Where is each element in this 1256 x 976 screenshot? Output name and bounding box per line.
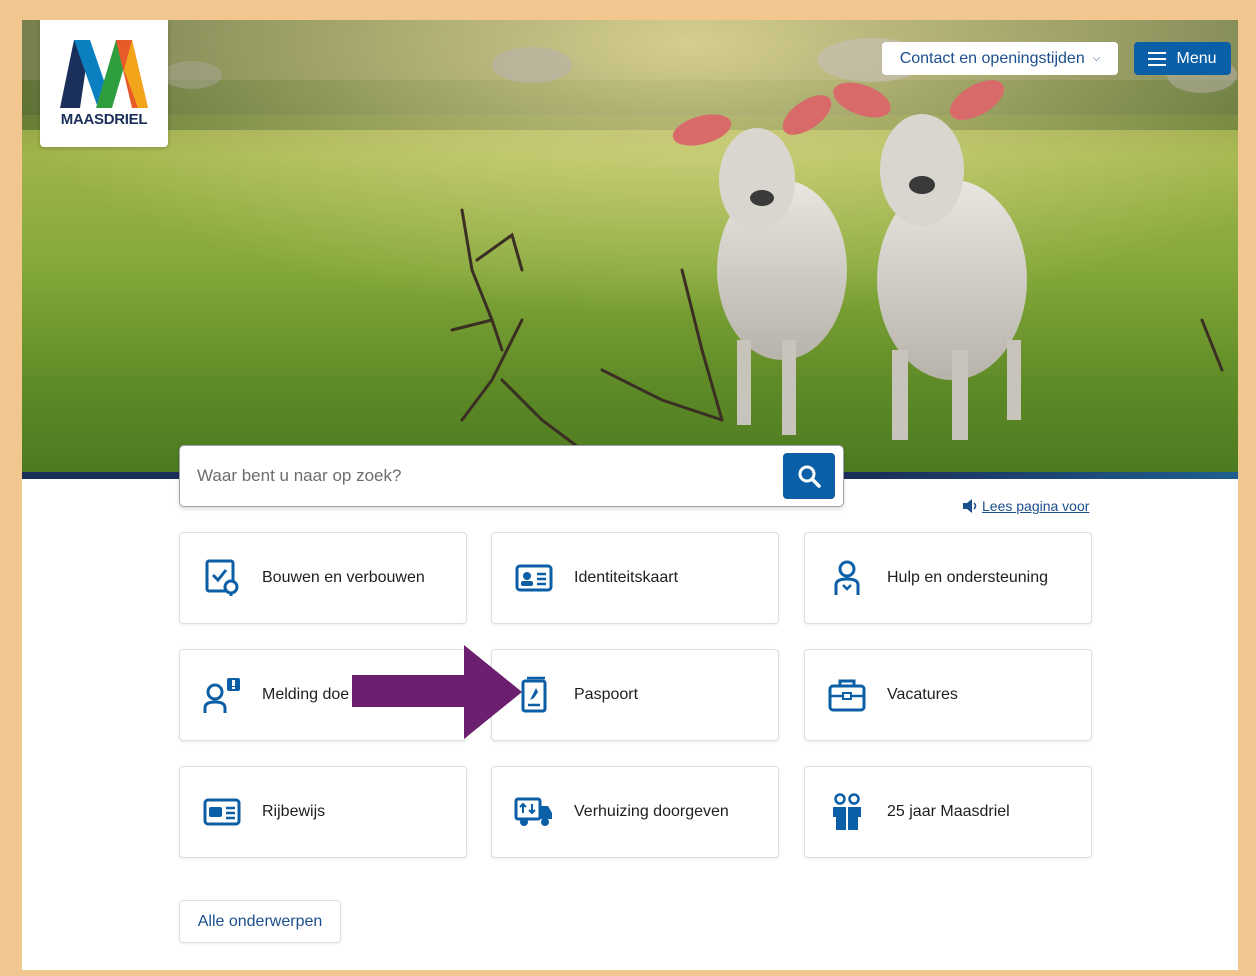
support-person-icon (827, 558, 867, 598)
hamburger-icon (1148, 51, 1167, 66)
tile-label: Melding doe (262, 686, 350, 703)
search-bar (179, 445, 844, 507)
read-aloud-link[interactable]: Lees pagina voor (962, 498, 1089, 514)
tile-paspoort[interactable]: Paspoort (491, 649, 779, 741)
moving-truck-icon (514, 792, 554, 832)
briefcase-icon (827, 675, 867, 715)
tile-label: 25 jaar Maasdriel (887, 803, 1010, 820)
search-input[interactable] (197, 464, 757, 488)
tile-label: Paspoort (574, 686, 639, 703)
tile-label: Verhuizing doorgeven (574, 803, 729, 820)
all-topics-button[interactable]: Alle onderwerpen (179, 900, 341, 943)
contact-hours-label: Contact en openingstijden (899, 49, 1085, 67)
search-button[interactable] (783, 453, 835, 499)
hero-image (22, 20, 1238, 472)
municipality-logo[interactable]: MAASDRIEL (40, 20, 168, 147)
tile-label: Bouwen en verbouwen (262, 569, 425, 586)
logo-text: MAASDRIEL (60, 111, 148, 128)
tile-label: Identiteitskaart (574, 569, 679, 586)
annotation-arrow-icon (352, 645, 522, 739)
id-card-icon (514, 558, 554, 598)
tile-label: Vacatures (887, 686, 958, 703)
tile-vacatures[interactable]: Vacatures (804, 649, 1092, 741)
report-person-icon (202, 675, 242, 715)
anniversary-people-icon (827, 792, 867, 832)
menu-button[interactable]: Menu (1134, 42, 1231, 75)
page: MAASDRIEL Contact en openingstijden ⌵ Me… (22, 20, 1238, 970)
tile-25-jaar-maasdriel[interactable]: 25 jaar Maasdriel (804, 766, 1092, 858)
logo-mark-icon (60, 40, 148, 108)
drivers-license-icon (202, 792, 242, 832)
tile-hulp-ondersteuning[interactable]: Hulp en ondersteuning (804, 532, 1092, 624)
chevron-down-icon: ⌵ (1092, 53, 1101, 64)
building-permit-icon (202, 558, 242, 598)
tile-label: Rijbewijs (262, 803, 326, 820)
tile-rijbewijs[interactable]: Rijbewijs (179, 766, 467, 858)
tile-verhuizing-doorgeven[interactable]: Verhuizing doorgeven (491, 766, 779, 858)
menu-label: Menu (1176, 49, 1217, 67)
read-aloud-label: Lees pagina voor (982, 498, 1090, 514)
search-icon (798, 465, 821, 488)
all-topics-label: Alle onderwerpen (197, 912, 323, 930)
tile-identiteitskaart[interactable]: Identiteitskaart (491, 532, 779, 624)
speaker-icon (963, 499, 977, 513)
contact-hours-button[interactable]: Contact en openingstijden ⌵ (882, 42, 1118, 75)
tile-bouwen-verbouwen[interactable]: Bouwen en verbouwen (179, 532, 467, 624)
tile-label: Hulp en ondersteuning (887, 569, 1049, 586)
